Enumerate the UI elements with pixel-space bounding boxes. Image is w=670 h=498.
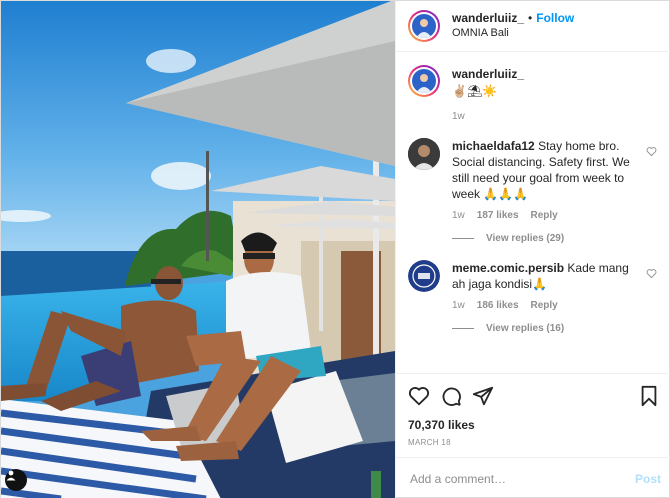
bookmark-icon[interactable] [639,385,659,407]
caption-text: ✌🏼⛱☀️ [452,84,498,98]
comment-time[interactable]: 1w [452,300,465,311]
reply-button[interactable]: Reply [531,210,558,221]
post-actions: 70,370 likes MARCH 18 [396,373,670,447]
commenter-avatar[interactable] [408,260,440,292]
post-location[interactable]: OMNIA Bali [452,26,574,41]
post-sidebar: wanderluiiz_ • Follow OMNIA Bali wanderlui… [395,1,670,498]
post-header: wanderluiiz_ • Follow OMNIA Bali [396,1,670,52]
replies-divider [452,238,474,239]
post-caption: wanderluiiz_ ✌🏼⛱☀️ 1w [408,65,657,122]
comment-like-heart-icon[interactable] [646,146,657,221]
reply-button[interactable]: Reply [531,300,558,311]
commenter-avatar[interactable] [408,138,440,170]
view-replies-label: View replies (29) [486,233,565,244]
comment-item: meme.comic.persib Kade mang ah jaga kond… [408,260,657,311]
comment-input[interactable] [410,471,635,486]
commenter-username[interactable]: meme.comic.persib [452,261,564,275]
view-replies-button[interactable]: View replies (29) [452,233,657,244]
post-photo-image [1,1,395,498]
follow-button[interactable]: Follow [536,11,574,25]
instagram-post: wanderluiiz_ • Follow OMNIA Bali wanderlui… [0,0,670,498]
header-separator: • [528,11,533,25]
heart-icon[interactable] [408,385,430,407]
author-avatar[interactable] [408,10,440,42]
view-replies-button[interactable]: View replies (16) [452,323,657,334]
share-icon[interactable] [472,385,494,407]
comment-like-heart-icon[interactable] [646,268,657,311]
comment-icon[interactable] [440,385,462,407]
comment-likes[interactable]: 187 likes [477,210,519,221]
comment-time[interactable]: 1w [452,210,465,221]
author-username[interactable]: wanderluiiz_ [452,11,524,25]
comments-section[interactable]: wanderluiiz_ ✌🏼⛱☀️ 1w michaeldafa12 Stay… [396,53,670,373]
post-comment-button[interactable]: Post [635,472,661,486]
view-replies-label: View replies (16) [486,323,565,334]
comment-item: michaeldafa12 Stay home bro. Social dist… [408,138,657,221]
add-comment-bar: Post [396,457,670,498]
caption-author-avatar[interactable] [408,65,440,97]
caption-username[interactable]: wanderluiiz_ [452,67,524,81]
caption-time[interactable]: 1w [452,111,465,122]
comment-likes[interactable]: 186 likes [477,300,519,311]
commenter-username[interactable]: michaeldafa12 [452,139,535,153]
replies-divider [452,328,474,329]
post-photo[interactable] [1,1,395,498]
post-date[interactable]: MARCH 18 [408,438,659,447]
user-tag-icon[interactable] [5,469,27,491]
like-count[interactable]: 70,370 likes [408,418,659,432]
